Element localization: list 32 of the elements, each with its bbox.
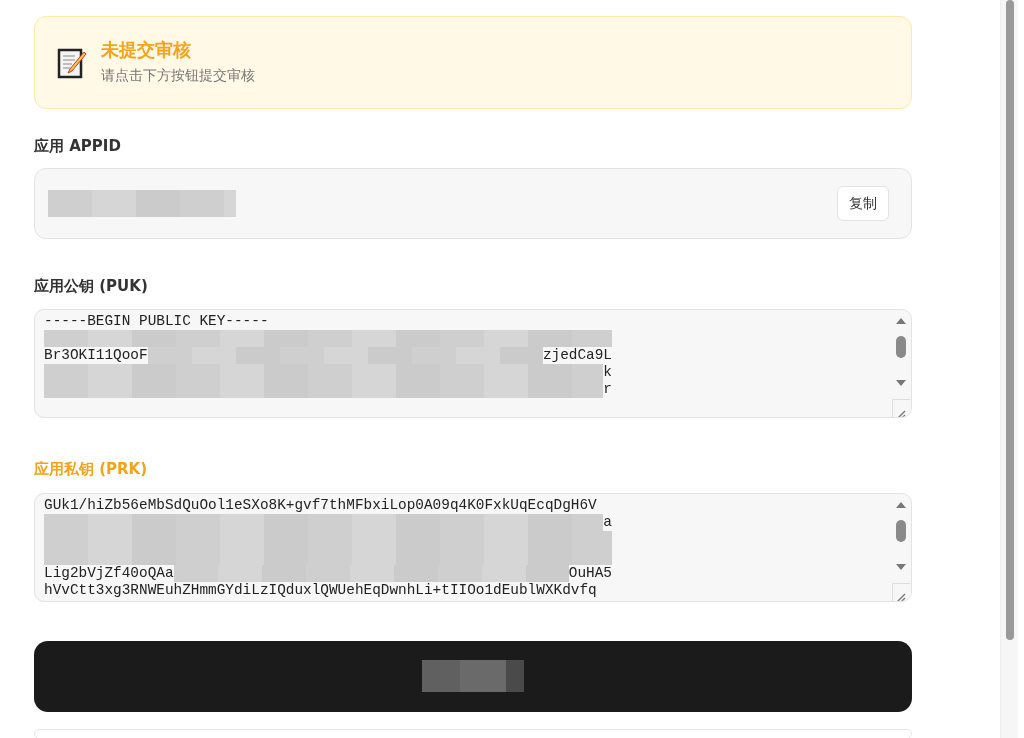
- resize-grip[interactable]: [892, 582, 910, 601]
- key-text: Lig2bVjZf40oQAa: [44, 564, 174, 582]
- key-text: Br3OKI11QooF: [44, 347, 148, 364]
- resize-icon: [896, 409, 906, 417]
- copy-button[interactable]: 复制: [837, 185, 889, 221]
- scroll-thumb[interactable]: [896, 519, 906, 542]
- scroll-down-icon[interactable]: [896, 563, 906, 570]
- key-text: OuHA5: [568, 564, 612, 582]
- key-text: GUk1/hiZb56eMbSdQuOol1eSXo8K+gvf7thMFbxiLop0A09q4K0FxkUqEcqDgH6V: [44, 496, 597, 514]
- field-label: 应用公钥 (PUK): [34, 275, 149, 297]
- memo-icon: [57, 46, 87, 79]
- scroll-up-icon[interactable]: [896, 318, 906, 324]
- scroll-thumb[interactable]: [1005, 0, 1014, 640]
- resize-icon: [896, 593, 906, 601]
- field-label: 应用私钥 (PRK): [34, 459, 149, 480]
- notice-subtitle: 请点击下方按钮提交审核: [101, 65, 255, 85]
- page-scrollbar[interactable]: [1000, 0, 1018, 738]
- scroll-down-icon[interactable]: [896, 380, 906, 386]
- scroll-up-icon[interactable]: [896, 501, 906, 508]
- key-text: zjedCa9L: [542, 347, 612, 364]
- key-text: r: [603, 381, 612, 398]
- key-text-area[interactable]: -----BEGIN PUBLIC KEY----- Br3OKI11QooF zjedCa9L k r: [34, 309, 912, 418]
- key-text-area[interactable]: GUk1/hiZb56eMbSdQuOol1eSXo8K+gvf7thMFbxiLop0A09q4K0FxkUqEcqDgH6V a Lig2bVjZf40oQAa OuHA5 hVvCtt3xg3RNWEuhZHmmGYdiLzIQduxlQWUehEqDwnhLi+tIIOo1dEublWXKdvfq: [34, 492, 912, 602]
- key-text: a: [603, 513, 612, 531]
- key-text: hVvCtt3xg3RNWEuhZHmmGYdiLzIQduxlQWUehEqDwnhLi+tIIOo1dEublWXKdvfq: [44, 581, 597, 599]
- resize-grip[interactable]: [892, 399, 910, 417]
- action-button[interactable]: [34, 640, 912, 712]
- key-text: k: [603, 364, 612, 381]
- notice-title: 未提交审核: [101, 39, 192, 61]
- key-text: -----BEGIN PUBLIC KEY-----: [44, 313, 269, 330]
- scroll-thumb[interactable]: [896, 336, 906, 358]
- field-label: 应用 APPID: [34, 136, 122, 157]
